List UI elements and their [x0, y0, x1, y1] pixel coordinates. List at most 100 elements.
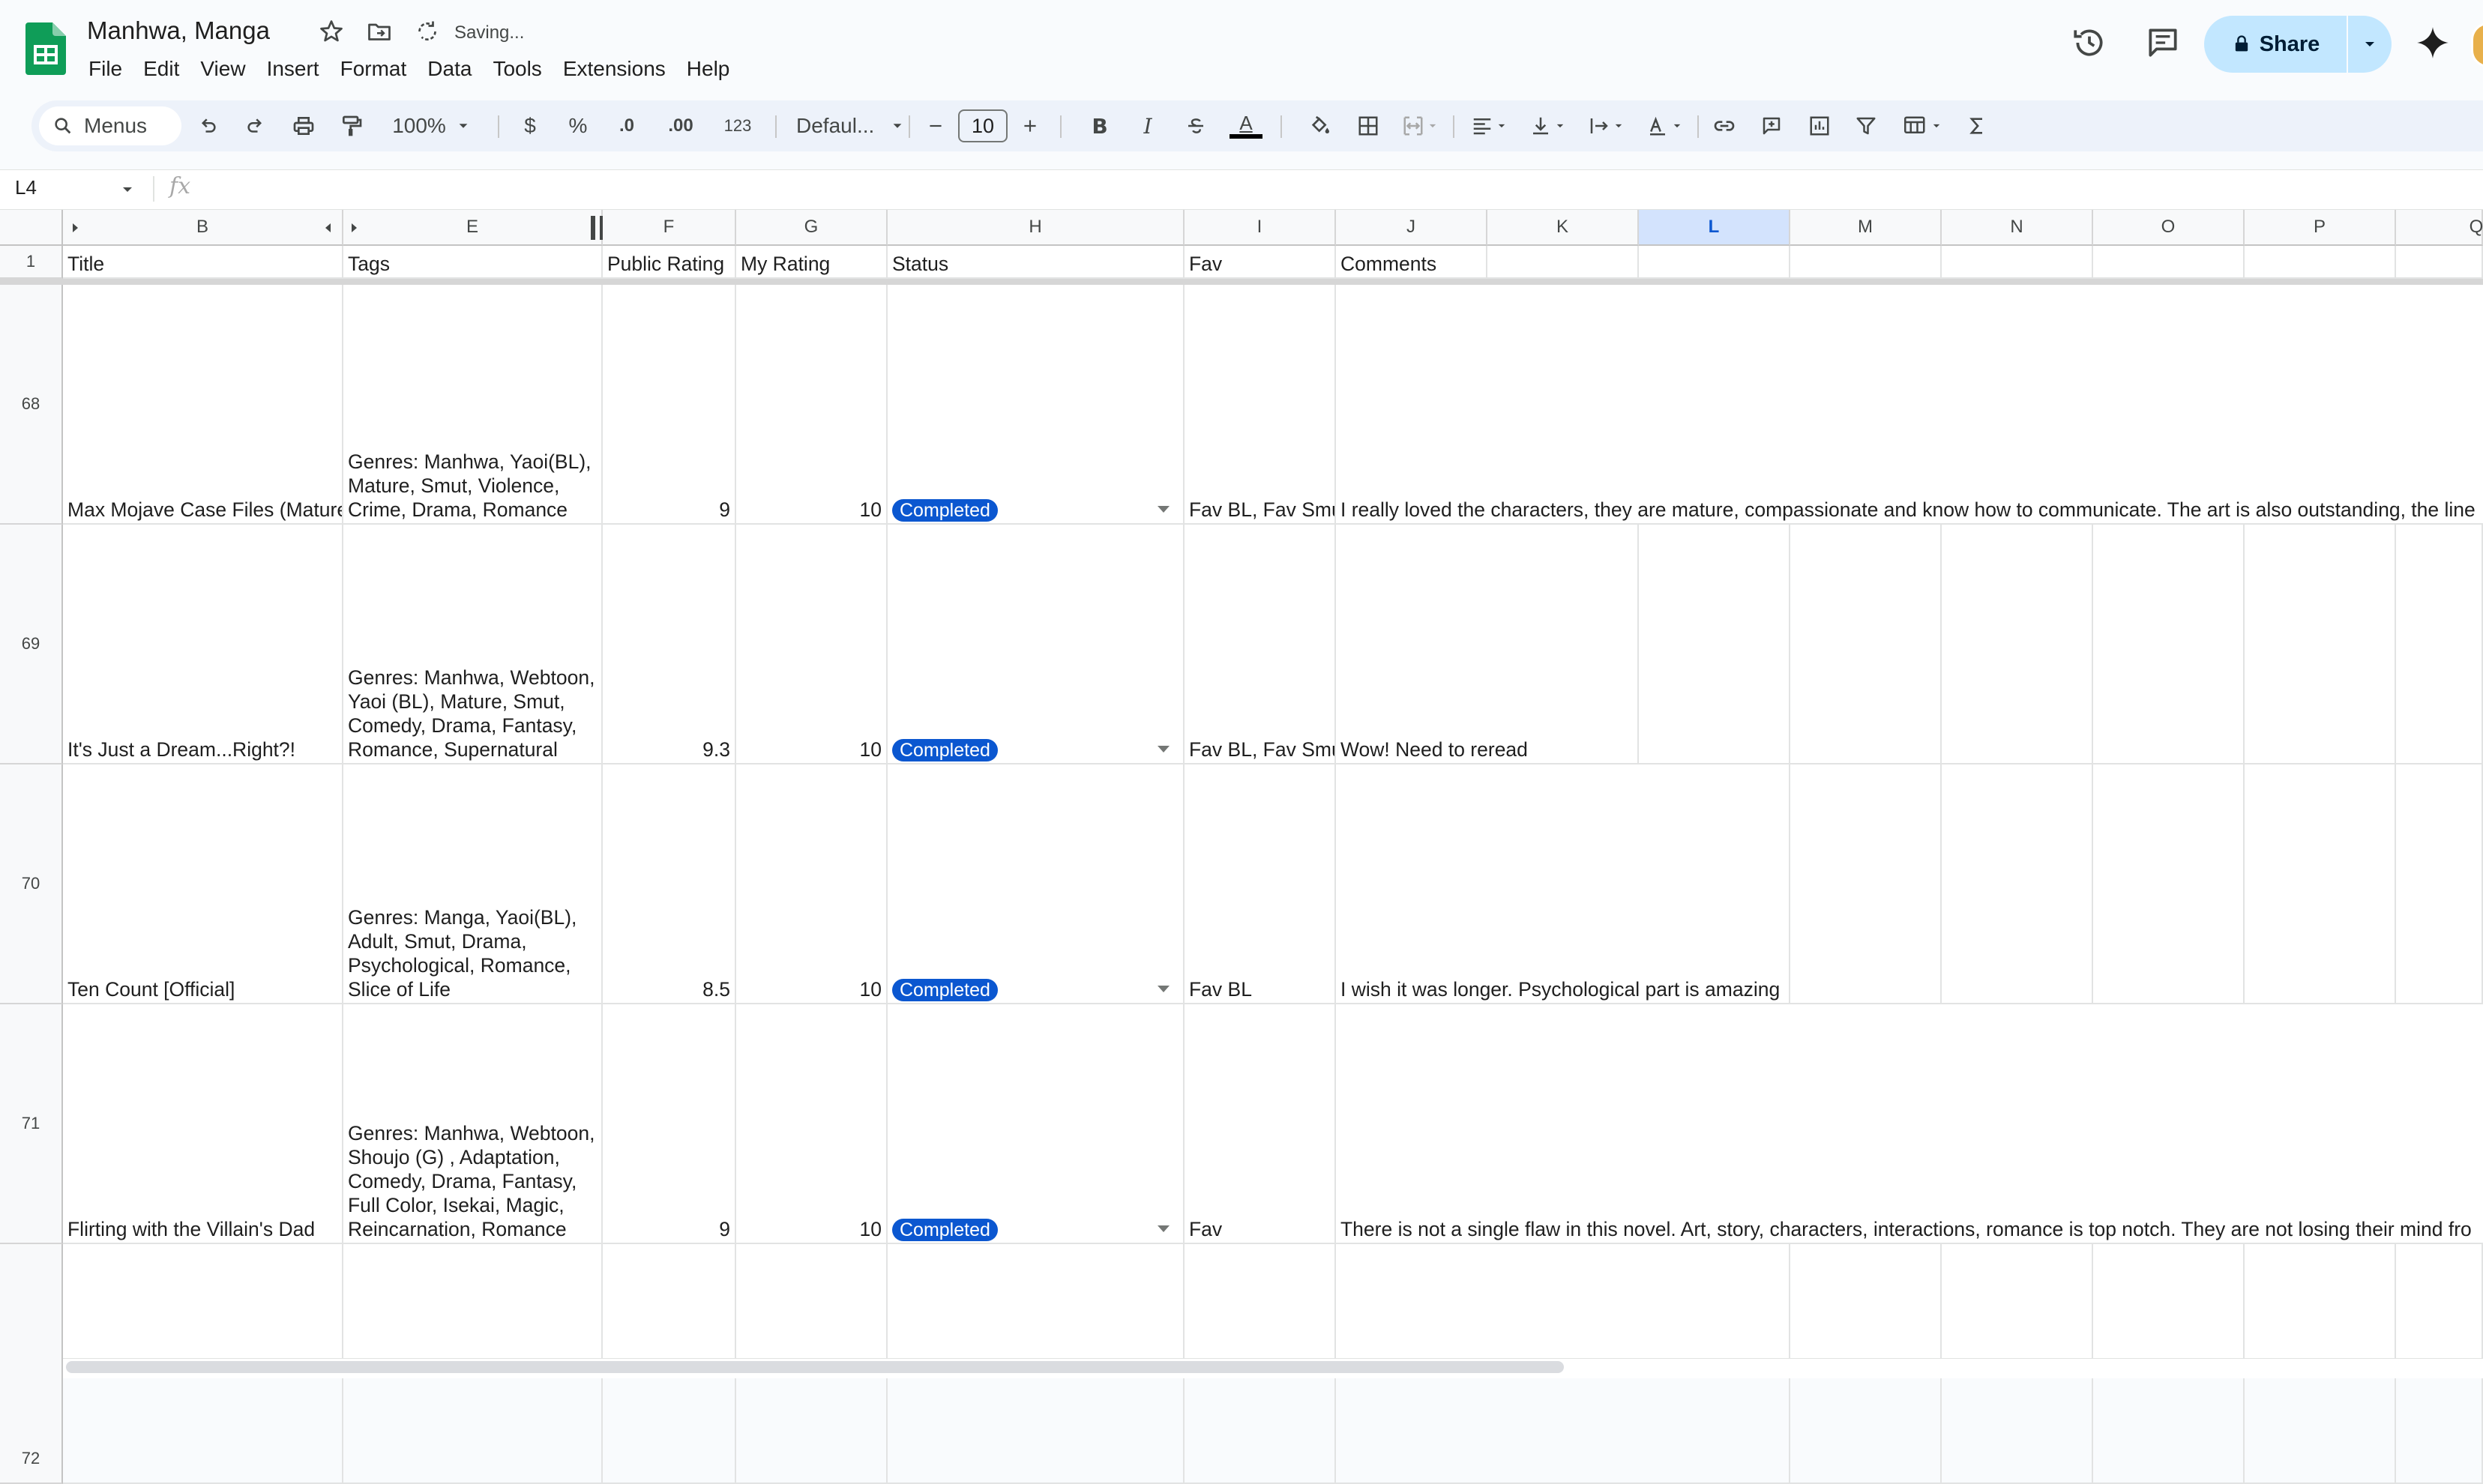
cell-my-rating[interactable]: 10 [736, 285, 888, 525]
header-cell-public-rating[interactable]: Public Rating [603, 246, 736, 279]
insert-chart-button[interactable] [1801, 100, 1838, 151]
cell-tags[interactable]: Genres: Manga, Yaoi(BL), Adult, Smut, Dr… [343, 764, 603, 1004]
menu-format[interactable]: Format [330, 54, 418, 84]
font-select[interactable]: Defaul... [786, 100, 928, 151]
menu-extensions[interactable]: Extensions [553, 54, 676, 84]
header-cell-q[interactable] [2396, 246, 2483, 279]
cell-tags[interactable]: Genres: Manhwa, Yaoi(BL), Mature, Smut, … [343, 285, 603, 525]
cell-comments[interactable]: There is not a single flaw in this novel… [1336, 1004, 2483, 1244]
cell-status[interactable]: Completed [888, 1004, 1185, 1244]
menu-tools[interactable]: Tools [482, 54, 552, 84]
gemini-icon[interactable] [2414, 24, 2452, 61]
header-cell-fav[interactable]: Fav [1185, 246, 1336, 279]
text-wrapping-button[interactable] [1579, 100, 1633, 151]
cell-status[interactable]: Completed [888, 525, 1185, 764]
share-button[interactable]: Share [2204, 16, 2348, 73]
chevron-down-icon[interactable] [1158, 506, 1170, 513]
column-header-o[interactable]: O [2093, 210, 2245, 246]
column-header-p[interactable]: P [2245, 210, 2396, 246]
chevron-down-icon[interactable] [1158, 746, 1170, 752]
header-cell-k[interactable] [1487, 246, 1639, 279]
fill-color-button[interactable] [1301, 100, 1339, 151]
menu-data[interactable]: Data [417, 54, 482, 84]
cell-public-rating[interactable]: 8.5 [603, 764, 736, 1004]
column-header-f[interactable]: F [603, 210, 736, 246]
header-cell-tags[interactable]: Tags [343, 246, 603, 279]
menu-insert[interactable]: Insert [256, 54, 330, 84]
cell-public-rating[interactable]: 9 [603, 285, 736, 525]
share-dropdown-button[interactable] [2348, 16, 2392, 73]
decrease-font-size-button[interactable] [919, 100, 952, 151]
status-chip[interactable]: Completed [892, 499, 998, 522]
cell-comments[interactable]: I wish it was longer. Psychological part… [1336, 764, 1790, 1004]
merge-cells-button[interactable] [1393, 100, 1447, 151]
column-header-n[interactable]: N [1942, 210, 2093, 246]
cell-comments[interactable]: I really loved the characters, they are … [1336, 285, 2483, 525]
cell-empty[interactable] [2396, 525, 2483, 764]
vertical-align-button[interactable] [1520, 100, 1574, 151]
cell-empty[interactable] [1942, 525, 2093, 764]
cell-empty[interactable] [2245, 525, 2396, 764]
increase-decimal-button[interactable]: .00 [657, 100, 705, 151]
sheets-logo-icon[interactable] [25, 22, 66, 75]
document-title[interactable]: Manhwa, Manga [87, 16, 270, 45]
borders-button[interactable] [1349, 100, 1387, 151]
cell-empty[interactable] [2093, 764, 2245, 1004]
cell-empty[interactable] [2396, 764, 2483, 1004]
column-header-m[interactable]: M [1790, 210, 1942, 246]
header-cell-p[interactable] [2245, 246, 2396, 279]
cell-title[interactable]: Flirting with the Villain's Dad [63, 1004, 343, 1244]
status-chip[interactable]: Completed [892, 1219, 998, 1241]
expand-columns-icon[interactable] [349, 222, 358, 234]
horizontal-scrollbar[interactable] [66, 1361, 1564, 1373]
formula-input[interactable] [210, 173, 2459, 205]
row-header[interactable]: 71 [0, 1004, 63, 1244]
move-folder-icon[interactable] [366, 18, 393, 45]
print-button[interactable] [285, 100, 322, 151]
chevron-down-icon[interactable] [1158, 1225, 1170, 1232]
cell-my-rating[interactable]: 10 [736, 764, 888, 1004]
menu-view[interactable]: View [190, 54, 256, 84]
increase-font-size-button[interactable] [1014, 100, 1047, 151]
header-cell-title[interactable]: Title [63, 246, 343, 279]
cell-title[interactable]: Max Mojave Case Files (Mature) [63, 285, 343, 525]
header-cell-my-rating[interactable]: My Rating [736, 246, 888, 279]
cell-tags[interactable]: Genres: Manhwa, Webtoon, Yaoi (BL), Matu… [343, 525, 603, 764]
italic-button[interactable]: I [1129, 100, 1167, 151]
star-icon[interactable] [318, 18, 345, 45]
column-resize-handle[interactable] [591, 216, 595, 240]
decrease-decimal-button[interactable]: .0 [606, 100, 648, 151]
text-rotation-button[interactable] [1637, 100, 1691, 151]
functions-button[interactable] [1958, 100, 1996, 151]
column-header-l[interactable]: L [1639, 210, 1790, 246]
insert-link-button[interactable] [1705, 100, 1744, 151]
cell-empty[interactable] [1639, 525, 1790, 764]
column-header-k[interactable]: K [1487, 210, 1639, 246]
row-header[interactable]: 70 [0, 764, 63, 1004]
row-header[interactable]: 1 [0, 246, 63, 279]
column-header-g[interactable]: G [736, 210, 888, 246]
cell-fav[interactable]: Fav BL, Fav Smut [1185, 285, 1336, 525]
column-header-q[interactable]: Q [2396, 210, 2483, 246]
name-box[interactable]: L4 [15, 176, 37, 199]
cell-empty[interactable] [1790, 764, 1942, 1004]
header-cell-o[interactable] [2093, 246, 2245, 279]
bold-button[interactable]: B [1081, 100, 1119, 151]
menu-edit[interactable]: Edit [133, 54, 190, 84]
row-header[interactable]: 72 [0, 1244, 63, 1484]
column-header-b[interactable]: B [63, 210, 343, 246]
cell-title[interactable]: Ten Count [Official] [63, 764, 343, 1004]
strikethrough-button[interactable] [1177, 100, 1215, 151]
cell-empty[interactable] [1942, 764, 2093, 1004]
menu-file[interactable]: File [78, 54, 133, 84]
cell-status[interactable]: Completed [888, 285, 1185, 525]
header-cell-comments[interactable]: Comments [1336, 246, 1487, 279]
menus-search[interactable]: Menus [39, 106, 181, 145]
row-header[interactable]: 69 [0, 525, 63, 764]
cell-title[interactable]: It's Just a Dream...Right?! [63, 525, 343, 764]
filter-views-button[interactable] [1894, 100, 1951, 151]
horizontal-align-button[interactable] [1462, 100, 1516, 151]
cell-empty[interactable] [2093, 525, 2245, 764]
redo-button[interactable] [237, 100, 274, 151]
currency-format-button[interactable]: $ [511, 100, 549, 151]
